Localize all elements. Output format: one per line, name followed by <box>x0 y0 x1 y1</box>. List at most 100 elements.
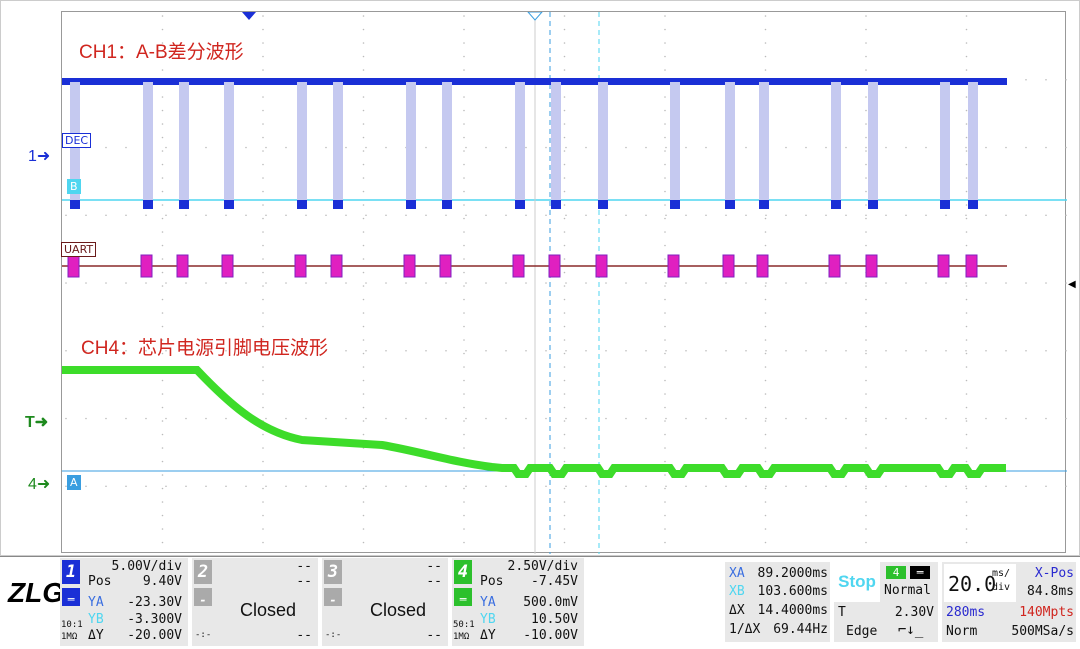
grid-dot <box>105 282 107 284</box>
ch4-settings[interactable]: 4 ═ 2.50V/div Pos -7.45V YA 500.0mV YB 1… <box>452 558 584 646</box>
grid-dot <box>965 217 968 220</box>
trigger-level-marker[interactable]: T➜ <box>25 412 48 432</box>
grid-dot <box>565 146 567 149</box>
ch1-ya-label: YA <box>88 595 104 610</box>
grid-dot <box>664 339 666 341</box>
grid-dot <box>1065 78 1067 81</box>
grid-dot <box>365 282 367 284</box>
grid-dot <box>865 325 867 328</box>
grid-dot <box>362 339 365 341</box>
grid-dot <box>563 541 566 544</box>
grid-dot <box>805 349 807 352</box>
grid-dot <box>565 282 567 284</box>
timebase-panel[interactable]: 20.0 ms/ div X-Pos 84.8ms 280ms 140Mpts … <box>942 562 1076 642</box>
grid-dot <box>625 417 627 420</box>
grid-dot <box>165 282 167 284</box>
grid-dot <box>745 485 747 488</box>
ch4-annotation: CH4：芯片电源引脚电压波形 <box>81 338 329 359</box>
grid-dot <box>362 136 365 139</box>
grid-dot <box>463 55 465 58</box>
grid-dot <box>565 485 567 488</box>
grid-dot <box>664 231 666 233</box>
grid-dot <box>262 474 264 476</box>
ch3-settings[interactable]: 3 - -- -- Closed -- -:- <box>322 558 448 646</box>
ch1-badge[interactable]: 1 <box>62 560 80 584</box>
ch4-offset-marker[interactable]: 4➜ <box>28 474 50 494</box>
grid-dot <box>825 282 827 284</box>
grid-dot <box>764 325 767 328</box>
grid-dot <box>385 349 387 352</box>
time-span: 280ms <box>946 605 986 620</box>
timebase-box[interactable]: 20.0 ms/ div <box>944 564 1016 602</box>
grid-dot <box>865 244 867 247</box>
ch2-badge[interactable]: 2 <box>194 560 212 584</box>
grid-dot <box>362 96 365 98</box>
ch3-badge[interactable]: 3 <box>324 560 342 584</box>
grid-dot <box>425 282 427 284</box>
grid-dot <box>185 214 187 217</box>
grid-dot <box>325 214 327 217</box>
caret-left-icon[interactable]: ◀ <box>1068 279 1076 290</box>
grid-dot <box>285 146 287 149</box>
grid-dot <box>445 485 447 488</box>
ch1-pulse <box>515 82 525 206</box>
cursor-a-tag[interactable]: A <box>67 475 81 490</box>
grid-dot <box>664 271 666 274</box>
grid-dot <box>865 541 867 544</box>
grid-dot <box>845 214 847 217</box>
grid-dot <box>161 406 164 409</box>
grid-dot <box>165 214 167 217</box>
grid-dot <box>161 258 164 260</box>
ch1-yb: -3.300V <box>127 612 182 627</box>
grid-dot <box>845 146 847 149</box>
grid-dot <box>965 163 968 166</box>
ch3-coupling: - <box>324 588 342 607</box>
cursor-b-tag[interactable]: B <box>67 179 81 194</box>
run-stop-button[interactable]: Stop <box>834 562 880 602</box>
grid-dot <box>262 69 264 71</box>
grid-dot <box>865 501 867 503</box>
ch2-settings[interactable]: 2 - -- -- Closed -- -:- <box>192 558 318 646</box>
grid-dot <box>865 109 867 112</box>
grid-dot <box>463 298 465 301</box>
grid-dot <box>425 417 427 420</box>
grid-dot <box>885 417 887 420</box>
arrow-icon: ➜ <box>36 476 51 493</box>
trigger-panel[interactable]: Stop 4 ═ Normal T 2.30V Edge ⌐↓_ <box>834 562 938 642</box>
grid-dot <box>925 282 927 284</box>
ch1-offset-marker[interactable]: 1➜ <box>28 146 50 166</box>
grid-dot <box>1025 349 1027 352</box>
grid-dot <box>664 123 666 125</box>
grid-dot <box>664 460 666 463</box>
grid-dot <box>705 417 707 420</box>
grid-dot <box>664 28 666 31</box>
ch4-badge[interactable]: 4 <box>454 560 472 584</box>
grid-dot <box>563 163 566 166</box>
grid-dot <box>262 366 264 368</box>
grid-dot <box>205 417 207 420</box>
xb-value: 103.600ms <box>757 584 828 599</box>
grid-dot <box>161 312 164 314</box>
ch1-settings[interactable]: 1 ═ 5.00V/div Pos 9.40V YA -23.30V YB -3… <box>60 558 188 646</box>
grid-dot <box>965 204 968 206</box>
horizontal-position-marker <box>242 12 256 20</box>
grid-dot <box>605 214 607 217</box>
grid-dot <box>463 231 465 233</box>
grid-dot <box>565 349 567 352</box>
grid-dot <box>664 204 666 206</box>
grid-dot <box>161 474 164 476</box>
grid-dot <box>764 514 767 517</box>
grid-dot <box>362 298 365 301</box>
grid-dot <box>85 214 87 217</box>
grid-dot <box>585 282 587 284</box>
grid-dot <box>664 487 666 490</box>
ch1-pulse-low <box>297 200 307 209</box>
grid-dot <box>764 15 767 17</box>
cursor-readout[interactable]: XA 89.2000ms XB 103.600ms ΔX 14.4000ms 1… <box>725 562 830 642</box>
grid-dot <box>362 379 365 382</box>
grid-dot <box>965 96 968 98</box>
waveform-plot[interactable] <box>61 11 1067 554</box>
trigger-position-marker <box>527 12 543 21</box>
grid-dot <box>965 312 968 314</box>
grid-dot <box>262 487 264 490</box>
